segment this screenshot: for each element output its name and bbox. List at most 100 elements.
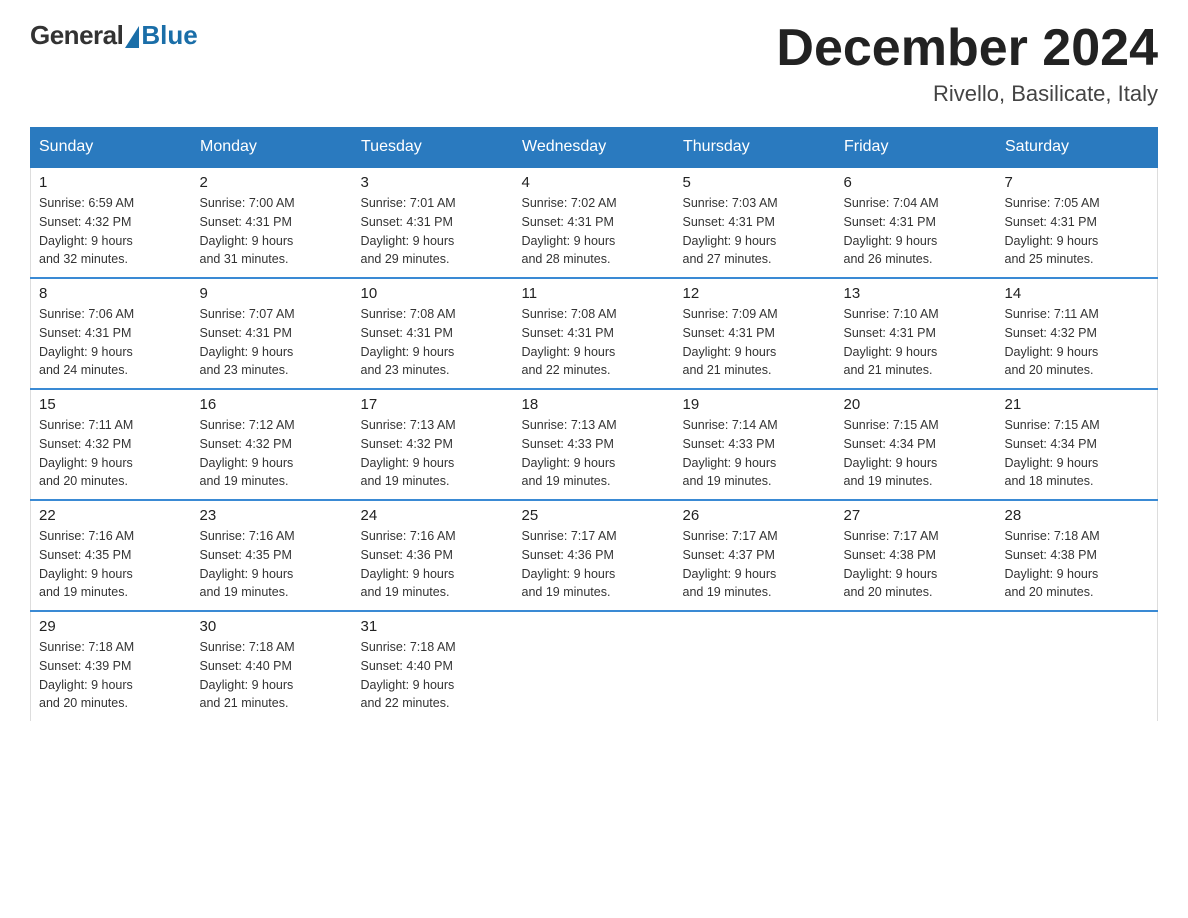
col-friday: Friday (836, 128, 997, 168)
day-info: Sunrise: 7:14 AMSunset: 4:33 PMDaylight:… (683, 416, 828, 491)
month-title: December 2024 (776, 20, 1158, 77)
calendar-week-3: 15 Sunrise: 7:11 AMSunset: 4:32 PMDaylig… (31, 389, 1158, 500)
day-info: Sunrise: 7:16 AMSunset: 4:36 PMDaylight:… (361, 527, 506, 602)
day-number: 9 (200, 285, 345, 302)
day-info: Sunrise: 7:01 AMSunset: 4:31 PMDaylight:… (361, 194, 506, 269)
day-number: 20 (844, 396, 989, 413)
calendar-cell: 7 Sunrise: 7:05 AMSunset: 4:31 PMDayligh… (997, 167, 1158, 278)
calendar-cell: 11 Sunrise: 7:08 AMSunset: 4:31 PMDaylig… (514, 278, 675, 389)
calendar-cell: 30 Sunrise: 7:18 AMSunset: 4:40 PMDaylig… (192, 611, 353, 721)
calendar-header: Sunday Monday Tuesday Wednesday Thursday… (31, 128, 1158, 168)
calendar-cell: 26 Sunrise: 7:17 AMSunset: 4:37 PMDaylig… (675, 500, 836, 611)
calendar-cell: 31 Sunrise: 7:18 AMSunset: 4:40 PMDaylig… (353, 611, 514, 721)
day-number: 23 (200, 507, 345, 524)
day-info: Sunrise: 7:15 AMSunset: 4:34 PMDaylight:… (1005, 416, 1150, 491)
calendar-cell: 16 Sunrise: 7:12 AMSunset: 4:32 PMDaylig… (192, 389, 353, 500)
day-info: Sunrise: 7:00 AMSunset: 4:31 PMDaylight:… (200, 194, 345, 269)
day-number: 13 (844, 285, 989, 302)
calendar-week-4: 22 Sunrise: 7:16 AMSunset: 4:35 PMDaylig… (31, 500, 1158, 611)
col-tuesday: Tuesday (353, 128, 514, 168)
day-number: 28 (1005, 507, 1150, 524)
calendar-cell: 12 Sunrise: 7:09 AMSunset: 4:31 PMDaylig… (675, 278, 836, 389)
title-section: December 2024 Rivello, Basilicate, Italy (776, 20, 1158, 107)
calendar-cell (836, 611, 997, 721)
day-info: Sunrise: 7:08 AMSunset: 4:31 PMDaylight:… (522, 305, 667, 380)
day-info: Sunrise: 7:10 AMSunset: 4:31 PMDaylight:… (844, 305, 989, 380)
day-info: Sunrise: 7:06 AMSunset: 4:31 PMDaylight:… (39, 305, 184, 380)
day-info: Sunrise: 7:04 AMSunset: 4:31 PMDaylight:… (844, 194, 989, 269)
day-number: 11 (522, 285, 667, 302)
day-info: Sunrise: 7:16 AMSunset: 4:35 PMDaylight:… (200, 527, 345, 602)
day-info: Sunrise: 6:59 AMSunset: 4:32 PMDaylight:… (39, 194, 184, 269)
calendar-week-1: 1 Sunrise: 6:59 AMSunset: 4:32 PMDayligh… (31, 167, 1158, 278)
day-number: 24 (361, 507, 506, 524)
day-info: Sunrise: 7:17 AMSunset: 4:37 PMDaylight:… (683, 527, 828, 602)
day-number: 1 (39, 174, 184, 191)
calendar-cell: 14 Sunrise: 7:11 AMSunset: 4:32 PMDaylig… (997, 278, 1158, 389)
calendar-cell: 10 Sunrise: 7:08 AMSunset: 4:31 PMDaylig… (353, 278, 514, 389)
page-header: General Blue December 2024 Rivello, Basi… (30, 20, 1158, 107)
calendar-cell: 5 Sunrise: 7:03 AMSunset: 4:31 PMDayligh… (675, 167, 836, 278)
day-info: Sunrise: 7:18 AMSunset: 4:40 PMDaylight:… (200, 638, 345, 713)
calendar-cell: 23 Sunrise: 7:16 AMSunset: 4:35 PMDaylig… (192, 500, 353, 611)
calendar-week-2: 8 Sunrise: 7:06 AMSunset: 4:31 PMDayligh… (31, 278, 1158, 389)
calendar-cell: 22 Sunrise: 7:16 AMSunset: 4:35 PMDaylig… (31, 500, 192, 611)
logo-general-text: General (30, 20, 123, 51)
day-number: 30 (200, 618, 345, 635)
calendar-cell: 6 Sunrise: 7:04 AMSunset: 4:31 PMDayligh… (836, 167, 997, 278)
col-thursday: Thursday (675, 128, 836, 168)
day-number: 18 (522, 396, 667, 413)
col-saturday: Saturday (997, 128, 1158, 168)
calendar-cell (997, 611, 1158, 721)
day-number: 7 (1005, 174, 1150, 191)
calendar-table: Sunday Monday Tuesday Wednesday Thursday… (30, 127, 1158, 721)
day-info: Sunrise: 7:12 AMSunset: 4:32 PMDaylight:… (200, 416, 345, 491)
calendar-cell: 9 Sunrise: 7:07 AMSunset: 4:31 PMDayligh… (192, 278, 353, 389)
calendar-cell (675, 611, 836, 721)
day-number: 3 (361, 174, 506, 191)
calendar-cell: 19 Sunrise: 7:14 AMSunset: 4:33 PMDaylig… (675, 389, 836, 500)
calendar-cell: 25 Sunrise: 7:17 AMSunset: 4:36 PMDaylig… (514, 500, 675, 611)
day-number: 25 (522, 507, 667, 524)
day-number: 10 (361, 285, 506, 302)
calendar-cell: 27 Sunrise: 7:17 AMSunset: 4:38 PMDaylig… (836, 500, 997, 611)
logo: General Blue (30, 20, 198, 51)
logo-triangle-icon (125, 26, 139, 48)
calendar-cell: 13 Sunrise: 7:10 AMSunset: 4:31 PMDaylig… (836, 278, 997, 389)
day-info: Sunrise: 7:16 AMSunset: 4:35 PMDaylight:… (39, 527, 184, 602)
day-info: Sunrise: 7:11 AMSunset: 4:32 PMDaylight:… (39, 416, 184, 491)
calendar-cell: 8 Sunrise: 7:06 AMSunset: 4:31 PMDayligh… (31, 278, 192, 389)
calendar-week-5: 29 Sunrise: 7:18 AMSunset: 4:39 PMDaylig… (31, 611, 1158, 721)
day-info: Sunrise: 7:08 AMSunset: 4:31 PMDaylight:… (361, 305, 506, 380)
day-info: Sunrise: 7:11 AMSunset: 4:32 PMDaylight:… (1005, 305, 1150, 380)
day-number: 27 (844, 507, 989, 524)
day-info: Sunrise: 7:09 AMSunset: 4:31 PMDaylight:… (683, 305, 828, 380)
day-number: 22 (39, 507, 184, 524)
day-number: 31 (361, 618, 506, 635)
day-number: 15 (39, 396, 184, 413)
day-number: 21 (1005, 396, 1150, 413)
location-title: Rivello, Basilicate, Italy (776, 81, 1158, 107)
day-number: 12 (683, 285, 828, 302)
logo-blue-text: Blue (141, 20, 197, 51)
calendar-body: 1 Sunrise: 6:59 AMSunset: 4:32 PMDayligh… (31, 167, 1158, 721)
day-number: 5 (683, 174, 828, 191)
day-info: Sunrise: 7:13 AMSunset: 4:33 PMDaylight:… (522, 416, 667, 491)
calendar-cell (514, 611, 675, 721)
calendar-cell: 2 Sunrise: 7:00 AMSunset: 4:31 PMDayligh… (192, 167, 353, 278)
day-number: 29 (39, 618, 184, 635)
calendar-cell: 21 Sunrise: 7:15 AMSunset: 4:34 PMDaylig… (997, 389, 1158, 500)
day-info: Sunrise: 7:17 AMSunset: 4:38 PMDaylight:… (844, 527, 989, 602)
day-number: 17 (361, 396, 506, 413)
calendar-cell: 17 Sunrise: 7:13 AMSunset: 4:32 PMDaylig… (353, 389, 514, 500)
col-monday: Monday (192, 128, 353, 168)
day-info: Sunrise: 7:07 AMSunset: 4:31 PMDaylight:… (200, 305, 345, 380)
day-number: 26 (683, 507, 828, 524)
calendar-cell: 15 Sunrise: 7:11 AMSunset: 4:32 PMDaylig… (31, 389, 192, 500)
calendar-cell: 4 Sunrise: 7:02 AMSunset: 4:31 PMDayligh… (514, 167, 675, 278)
day-number: 6 (844, 174, 989, 191)
day-info: Sunrise: 7:15 AMSunset: 4:34 PMDaylight:… (844, 416, 989, 491)
calendar-cell: 20 Sunrise: 7:15 AMSunset: 4:34 PMDaylig… (836, 389, 997, 500)
day-info: Sunrise: 7:03 AMSunset: 4:31 PMDaylight:… (683, 194, 828, 269)
day-number: 8 (39, 285, 184, 302)
